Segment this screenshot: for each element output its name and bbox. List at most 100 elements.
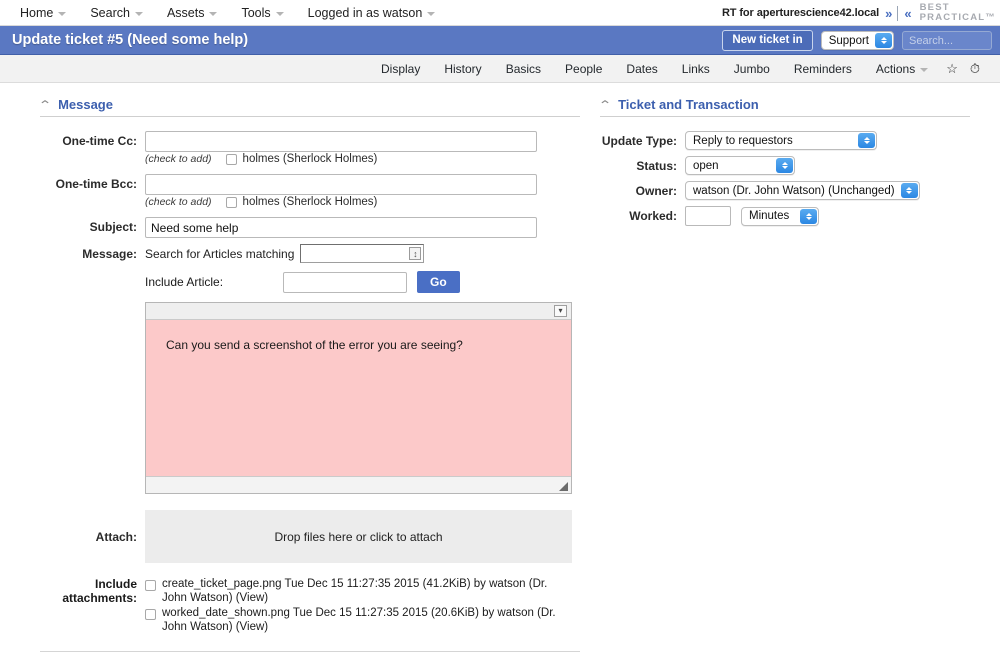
main-content: ⌃ Message One-time Cc: (check to add) ho… (0, 83, 1000, 639)
include-article-input[interactable] (283, 271, 407, 293)
topmenu-assets[interactable]: Assets (155, 0, 230, 26)
field-row-attach: Attach: Drop files here or click to atta… (40, 510, 595, 575)
tab-dates[interactable]: Dates (614, 55, 669, 83)
tab-basics-label: Basics (505, 61, 542, 76)
select-stepper-icon (858, 133, 875, 148)
bcc-input[interactable] (145, 174, 537, 195)
worked-unit-select[interactable]: Minutes (741, 206, 819, 226)
articles-search-row: Search for Articles matching ↕ (145, 244, 595, 263)
top-utility-bar: Home Search Assets Tools Logged in as wa… (0, 0, 1000, 26)
field-row-owner: Owner: watson (Dr. John Watson) (Unchang… (600, 181, 1000, 200)
ticket-nav-bar: Display History Basics People Dates Link… (0, 55, 1000, 83)
tab-display-label: Display (380, 61, 421, 76)
tab-people[interactable]: People (553, 55, 614, 83)
attachment-item: create_ticket_page.png Tue Dec 15 11:27:… (145, 578, 575, 605)
tab-dates-label: Dates (626, 61, 658, 76)
cc-hint: (check to add) (145, 153, 212, 165)
tab-history[interactable]: History (432, 55, 493, 83)
bcc-hint: (check to add) (145, 196, 212, 208)
subject-input[interactable] (145, 217, 537, 238)
topmenu-logged-in-as-label: Logged in as watson (307, 5, 423, 20)
form-footer: Update Ticket (0, 652, 580, 666)
message-section-title: Message (58, 97, 113, 112)
go-button[interactable]: Go (417, 271, 460, 293)
resize-grip-icon[interactable] (559, 482, 568, 491)
tab-links-label: Links (681, 61, 710, 76)
field-row-message: Message: Search for Articles matching ↕ … (40, 244, 595, 494)
tab-display[interactable]: Display (369, 55, 432, 83)
cc-contact-checkbox[interactable] (225, 153, 237, 165)
field-row-cc: One-time Cc: (check to add) holmes (Sher… (40, 131, 595, 171)
articles-search-input[interactable] (301, 245, 424, 262)
topbar-right-group: RT for aperturescience42.local » « BEST … (722, 0, 996, 26)
queue-select[interactable]: Support (820, 31, 894, 50)
tab-reminders-label: Reminders (793, 61, 852, 76)
bcc-contact-checkbox[interactable] (225, 196, 237, 208)
timer-icon[interactable]: ⏱ (964, 61, 986, 77)
message-panel: ⌃ Message One-time Cc: (check to add) ho… (0, 97, 595, 639)
divider (600, 116, 970, 117)
new-ticket-button[interactable]: New ticket in (722, 30, 813, 51)
field-row-status: Status: open (600, 156, 1000, 175)
attachment-checkbox[interactable] (145, 609, 156, 620)
topmenu-logged-in-as[interactable]: Logged in as watson (296, 0, 448, 26)
topmenu-home[interactable]: Home (8, 0, 78, 26)
attach-dropzone[interactable]: Drop files here or click to attach (145, 510, 572, 563)
tab-links[interactable]: Links (670, 55, 722, 83)
field-row-update-type: Update Type: Reply to requestors (600, 131, 1000, 150)
message-section-header[interactable]: ⌃ Message (37, 97, 595, 116)
queue-select-value: Support (828, 34, 869, 47)
select-stepper-icon (900, 183, 918, 198)
tab-actions-label: Actions (875, 61, 916, 76)
articles-search-spinner-icon[interactable]: ↕ (409, 247, 422, 260)
star-icon[interactable]: ☆ (940, 61, 964, 77)
worked-input[interactable] (685, 206, 731, 226)
update-type-select[interactable]: Reply to requestors (685, 131, 877, 150)
chevron-down-icon (275, 11, 284, 16)
attachment-checkbox[interactable] (145, 580, 156, 591)
articles-search-label: Search for Articles matching (145, 246, 295, 261)
topmenu-assets-label: Assets (166, 5, 205, 20)
attach-dropzone-text: Drop files here or click to attach (274, 529, 443, 544)
tab-actions[interactable]: Actions (864, 55, 940, 83)
chevron-double-left-icon[interactable]: « (904, 6, 911, 21)
topmenu-tools-label: Tools (241, 5, 271, 20)
tab-jumbo[interactable]: Jumbo (722, 55, 782, 83)
divider (40, 116, 580, 117)
chevron-up-icon: ⌃ (37, 97, 53, 112)
articles-search-field[interactable]: ↕ (300, 244, 425, 263)
bcc-label: One-time Bcc: (55, 177, 137, 191)
field-row-bcc: One-time Bcc: (check to add) holmes (She… (40, 174, 595, 214)
editor-statusbar (146, 476, 571, 493)
status-label: Status: (636, 159, 677, 173)
titlebar-actions: New ticket in Support (722, 26, 992, 55)
editor-textarea[interactable]: Can you send a screenshot of the error y… (146, 320, 571, 476)
editor-toolbar: ▾ (146, 303, 571, 320)
topmenu-search[interactable]: Search (78, 0, 155, 26)
topmenu-tools[interactable]: Tools (229, 0, 295, 26)
status-value: open (693, 159, 719, 172)
page-title: Update ticket #5 (Need some help) (12, 32, 249, 48)
owner-select[interactable]: watson (Dr. John Watson) (Unchanged) (685, 181, 920, 200)
ticket-transaction-panel: ⌃ Ticket and Transaction Update Type: Re… (595, 97, 1000, 639)
message-editor: ▾ Can you send a screenshot of the error… (145, 302, 572, 494)
ticket-section-header[interactable]: ⌃ Ticket and Transaction (598, 97, 1000, 116)
field-row-include-attachments: Include attachments: create_ticket_page.… (40, 577, 595, 636)
worked-controls: Minutes (685, 206, 1000, 226)
select-stepper-icon (776, 158, 793, 173)
include-attachments-label: Include attachments: (62, 577, 137, 605)
editor-menu-icon[interactable]: ▾ (554, 305, 567, 317)
tab-jumbo-label: Jumbo (733, 61, 770, 76)
include-article-label: Include Article: (145, 275, 224, 289)
attachment-label: worked_date_shown.png Tue Dec 15 11:27:3… (162, 607, 556, 633)
tab-basics[interactable]: Basics (494, 55, 553, 83)
global-search-input[interactable] (902, 31, 992, 50)
tab-reminders[interactable]: Reminders (782, 55, 864, 83)
divider (897, 5, 899, 21)
cc-contact-row: (check to add) holmes (Sherlock Holmes) (145, 153, 595, 165)
best-practical-logo: BEST PRACTICAL™ (917, 3, 996, 23)
attachment-label: create_ticket_page.png Tue Dec 15 11:27:… (162, 578, 548, 604)
status-select[interactable]: open (685, 156, 795, 175)
chevron-double-right-icon[interactable]: » (885, 6, 892, 21)
cc-input[interactable] (145, 131, 537, 152)
